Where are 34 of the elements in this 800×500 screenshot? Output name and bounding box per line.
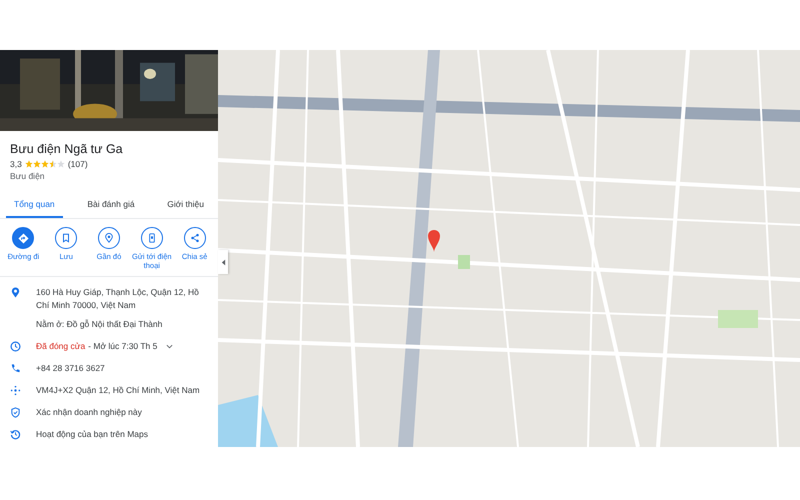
review-count[interactable]: (107) xyxy=(68,159,88,169)
maps-activity-link[interactable]: Hoạt động của bạn trên Maps xyxy=(36,428,148,441)
place-title: Bưu điện Ngã tư Ga xyxy=(10,141,124,157)
phone-icon xyxy=(146,233,157,243)
address-text: 160 Hà Huy Giáp, Thạnh Lộc, Quận 12, Hồ Chí Minh 70000, Việt Nam xyxy=(36,286,200,312)
hours-status: Đã đóng cửa xyxy=(36,340,86,353)
tab[interactable]: Bài đánh giá xyxy=(79,195,143,218)
claim-business-link[interactable]: Xác nhận doanh nghiệp này xyxy=(36,406,142,419)
plus-code-icon xyxy=(10,385,21,396)
directions-icon xyxy=(18,232,29,244)
rating-value: 3,3 xyxy=(10,159,22,169)
location-pin-icon xyxy=(10,287,21,298)
phone-icon xyxy=(10,363,21,374)
tab[interactable]: Tổng quan xyxy=(6,195,63,218)
collapse-panel-button[interactable] xyxy=(218,250,228,274)
hours-text: - Mở lúc 7:30 Th 5 xyxy=(88,340,158,353)
located-in-text: Nằm ở: Đồ gỗ Nội thất Đại Thành xyxy=(36,318,162,331)
bookmark-icon xyxy=(61,233,72,243)
share-button[interactable] xyxy=(184,227,206,249)
caret-left-icon xyxy=(220,258,226,266)
plus-code-text: VM4J+X2 Quận 12, Hồ Chí Minh, Việt Nam xyxy=(36,384,200,397)
tab[interactable]: Giới thiệu xyxy=(159,195,212,218)
send-to-phone-button[interactable] xyxy=(140,227,163,249)
share-icon xyxy=(190,233,200,243)
history-icon xyxy=(10,429,21,440)
nearby-button[interactable] xyxy=(98,227,120,249)
phone-number: +84 28 3716 3627 xyxy=(36,362,105,375)
directions-button[interactable] xyxy=(12,227,34,249)
location-pin-icon xyxy=(104,233,114,243)
clock-icon xyxy=(10,341,21,352)
shield-icon xyxy=(10,407,21,418)
chevron-down-icon[interactable] xyxy=(166,344,174,349)
place-category[interactable]: Bưu điện xyxy=(10,171,208,181)
save-button[interactable] xyxy=(55,227,78,249)
